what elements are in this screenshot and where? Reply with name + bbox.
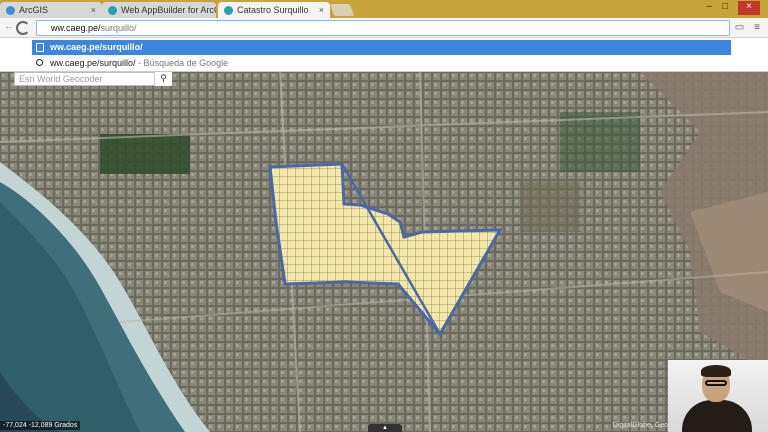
map-attribution: DigitalGlobe, Geo: [612, 422, 668, 429]
tab-label: Catastro Surquillo: [237, 5, 309, 15]
omnibox-suggestions: ww.caeg.pe/surquillo/ ww.caeg.pe/surquil…: [0, 38, 768, 72]
catastro-favicon-icon: [224, 5, 233, 15]
close-window-icon[interactable]: ×: [738, 1, 760, 15]
presenter-glasses: [705, 380, 727, 386]
suggestion-url[interactable]: ww.caeg.pe/surquillo/: [32, 40, 731, 55]
new-tab-button[interactable]: [329, 4, 355, 16]
suggestion-hint: - Búsqueda de Google: [135, 58, 229, 68]
page-icon: [36, 43, 44, 52]
arcgis-favicon-icon: [6, 5, 15, 15]
minimize-icon[interactable]: –: [706, 1, 712, 15]
tab-strip: ArcGIS × Web AppBuilder for ArcG × Catas…: [0, 0, 768, 18]
suggestion-text: ww.caeg.pe/surquillo/: [50, 42, 143, 52]
tab-web-appbuilder[interactable]: Web AppBuilder for ArcG ×: [102, 2, 216, 18]
menu-icon[interactable]: ≡: [754, 22, 760, 33]
tab-label: ArcGIS: [19, 5, 49, 15]
panel-toggle-handle[interactable]: ▲: [368, 424, 402, 432]
search-icon: [36, 59, 43, 66]
geocoder-search[interactable]: Esri World Geocoder ⚲: [14, 72, 172, 86]
tab-close-icon[interactable]: ×: [91, 5, 96, 15]
suggestion-search[interactable]: ww.caeg.pe/surquillo/ - Búsqueda de Goog…: [32, 56, 228, 71]
address-bar[interactable]: ww.caeg.pe/surquillo/: [36, 20, 730, 36]
tab-arcgis[interactable]: ArcGIS ×: [0, 2, 102, 18]
tab-label: Web AppBuilder for ArcG: [121, 5, 216, 15]
reload-icon[interactable]: [16, 21, 30, 35]
window-controls: – □ ×: [706, 1, 760, 15]
satellite-basemap: [0, 72, 768, 432]
webcam-overlay: [668, 360, 768, 432]
presenter-body: [682, 400, 752, 432]
back-arrow-icon[interactable]: ←: [4, 21, 14, 32]
maximize-icon[interactable]: □: [722, 1, 728, 15]
tab-close-icon[interactable]: ×: [319, 5, 324, 15]
coordinate-readout: -77,024 -12,089 Grados: [0, 421, 81, 430]
appbuilder-favicon-icon: [108, 5, 117, 15]
tab-catastro-surquillo[interactable]: Catastro Surquillo ×: [218, 2, 330, 18]
toolbar-icons: ▭ ≡: [735, 22, 760, 33]
browser-toolbar: ← ww.caeg.pe/surquillo/ ▭ ≡: [0, 18, 768, 38]
address-typed-text: ww.caeg.pe/: [51, 23, 101, 33]
presenter-hair: [701, 365, 731, 377]
cast-icon[interactable]: ▭: [735, 22, 744, 33]
address-completion-text: surquillo/: [100, 23, 137, 33]
search-icon[interactable]: ⚲: [154, 72, 172, 86]
geocoder-placeholder: Esri World Geocoder: [19, 74, 103, 84]
map-view[interactable]: Esri World Geocoder ⚲ -77,024 -12,089 Gr…: [0, 72, 768, 432]
park-area: [100, 134, 190, 174]
suggestion-text: ww.caeg.pe/surquillo/: [50, 58, 136, 68]
